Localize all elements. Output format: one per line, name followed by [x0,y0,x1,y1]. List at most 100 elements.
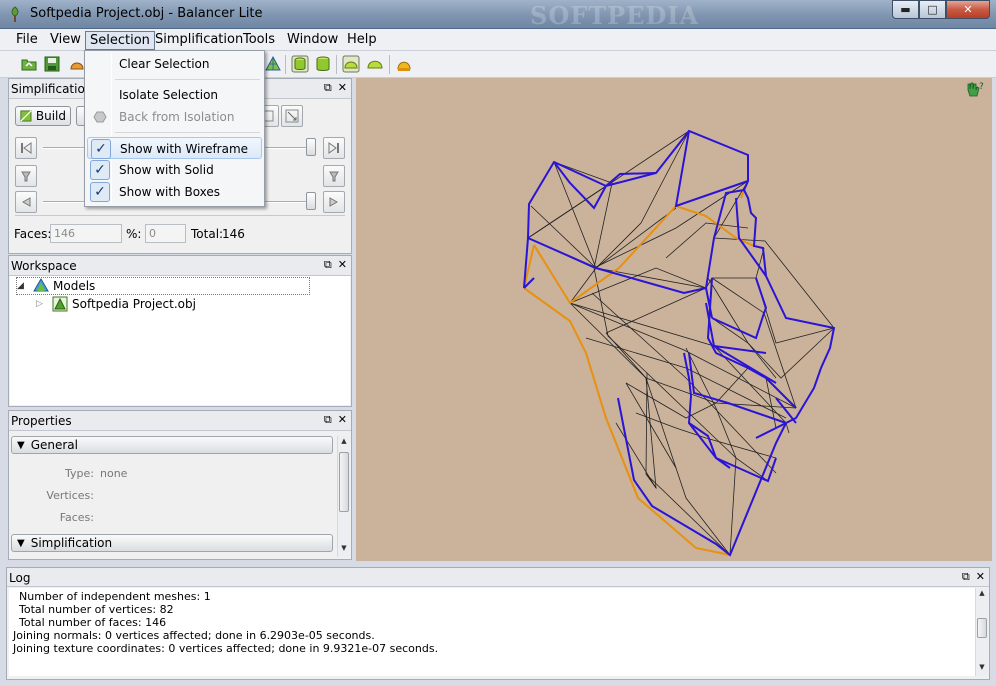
close-panel-icon[interactable]: ✕ [338,81,347,95]
tree-item-project[interactable]: ▷ Softpedia Project.obj [36,295,196,313]
build-button[interactable]: Build [15,106,71,126]
window-title: Softpedia Project.obj - Balancer Lite [30,6,263,21]
type-label: Type: [65,467,94,480]
close-panel-icon[interactable]: ✕ [338,413,347,427]
log-scrollbar[interactable]: ▲ ▼ [975,588,988,676]
wireframe-view-icon[interactable] [264,55,282,73]
checkmark-icon: ✓ [91,139,111,159]
menu-item-isolate-selection[interactable]: Isolate Selection [87,84,262,106]
tree-item-label: Models [53,279,96,293]
menu-view[interactable]: View [46,31,85,50]
panel-title: Log [9,571,31,585]
menu-file[interactable]: File [12,31,42,50]
title-bar: Softpedia Project.obj - Balancer Lite SO… [0,0,996,30]
percent-input[interactable]: 0 [145,224,186,243]
step-back-button[interactable] [15,191,37,213]
menu-item-label: Show with Wireframe [120,142,249,156]
simplification-slider-thumb[interactable] [306,138,316,156]
general-group-header[interactable]: ▼ General [11,436,333,454]
log-line: Number of independent meshes: 1 [19,590,211,603]
last-step-button[interactable] [323,137,345,159]
maximize-button[interactable]: □ [919,0,946,19]
skip-end-icon [328,142,339,154]
save-icon[interactable] [43,55,61,73]
total-label: Total: [191,227,224,241]
minimize-button[interactable]: ▬ [892,0,919,19]
cylinder-solid-icon[interactable] [291,55,309,73]
float-panel-icon[interactable]: ⧉ [324,413,332,427]
resize-icon [285,109,299,123]
tree-item-models[interactable]: ◢ Models [16,277,310,295]
first-step-button[interactable] [15,137,37,159]
step-slider-thumb[interactable] [306,192,316,210]
collapse-triangle-icon: ▼ [17,439,25,451]
close-panel-icon[interactable]: ✕ [338,258,347,272]
vertices-label: Vertices: [46,489,94,502]
panel-tool-button-2[interactable] [281,105,303,127]
cylinder-icon[interactable] [314,55,332,73]
properties-panel: Properties ⧉ ✕ ▼ General Type: none Verti… [8,410,352,560]
type-value: none [100,467,128,480]
menu-item-label: Show with Boxes [119,185,221,199]
mesh-wireframe[interactable] [356,78,992,561]
back-icon [93,111,107,123]
log-output: Number of independent meshes: 1 Total nu… [9,588,975,676]
float-panel-icon[interactable]: ⧉ [324,258,332,272]
menu-window[interactable]: Window [283,31,342,50]
checkmark-icon: ✓ [90,182,110,202]
scroll-thumb[interactable] [339,452,349,512]
skip-start-icon [21,142,32,154]
3d-viewport[interactable]: ? [356,78,992,561]
arrow-right-icon [329,197,339,207]
log-line: Total number of vertices: 82 [19,603,174,616]
scroll-up-icon[interactable]: ▲ [976,589,988,601]
scroll-up-icon[interactable]: ▲ [338,437,350,449]
menu-bar: File View Selection Simplification Tools… [0,29,996,51]
scroll-thumb[interactable] [977,618,987,638]
menu-selection[interactable]: Selection [85,31,155,50]
dome-icon[interactable] [366,55,384,73]
faces-label: Faces: [14,227,52,241]
menu-item-back-from-isolation[interactable]: Back from Isolation [87,106,262,128]
faces-label: Faces: [59,511,94,524]
dome-solid-icon[interactable] [342,55,360,73]
selection-menu: Clear Selection Isolate Selection Back f… [84,50,265,207]
upper-button[interactable] [323,165,345,187]
simplification-group-header[interactable]: ▼ Simplification [11,534,333,552]
funnel-up-icon [329,171,339,182]
menu-item-show-with-boxes[interactable]: ✓ Show with Boxes [87,181,262,203]
log-line: Total number of faces: 146 [19,616,167,629]
menu-item-label: Isolate Selection [119,88,219,102]
scroll-down-icon[interactable]: ▼ [976,663,988,675]
step-forward-button[interactable] [323,191,345,213]
collapse-triangle-icon: ▼ [17,537,25,549]
open-file-icon[interactable] [20,55,38,73]
menu-simplification[interactable]: Simplification [151,31,247,50]
checkmark-icon: ✓ [90,160,110,180]
help-hand-icon[interactable]: ? [964,80,986,100]
svg-text:?: ? [979,82,984,92]
panel-title: Properties [11,414,72,428]
funnel-down-icon [21,171,31,182]
menu-tools[interactable]: Tools [239,31,279,50]
faces-input[interactable]: 146 [50,224,122,243]
menu-item-show-with-wireframe[interactable]: ✓ Show with Wireframe [87,137,262,159]
menu-item-clear-selection[interactable]: Clear Selection [87,53,262,75]
arrow-left-icon [21,197,31,207]
percent-label: %: [126,227,142,241]
tree-expand-icon[interactable]: ◢ [17,281,31,291]
models-icon [33,278,49,292]
panel-title: Workspace [11,259,77,273]
float-panel-icon[interactable]: ⧉ [962,570,970,584]
close-button[interactable]: ✕ [946,0,990,19]
tree-collapse-icon[interactable]: ▷ [36,299,50,309]
lower-button[interactable] [15,165,37,187]
balance-icon[interactable] [395,55,413,73]
scroll-down-icon[interactable]: ▼ [338,544,350,556]
close-panel-icon[interactable]: ✕ [976,570,985,584]
menu-help[interactable]: Help [343,31,381,50]
properties-scrollbar[interactable]: ▲ ▼ [337,436,350,557]
workspace-tree: ◢ Models ▷ Softpedia Project.obj [10,276,350,405]
float-panel-icon[interactable]: ⧉ [324,81,332,95]
menu-item-show-with-solid[interactable]: ✓ Show with Solid [87,159,262,181]
